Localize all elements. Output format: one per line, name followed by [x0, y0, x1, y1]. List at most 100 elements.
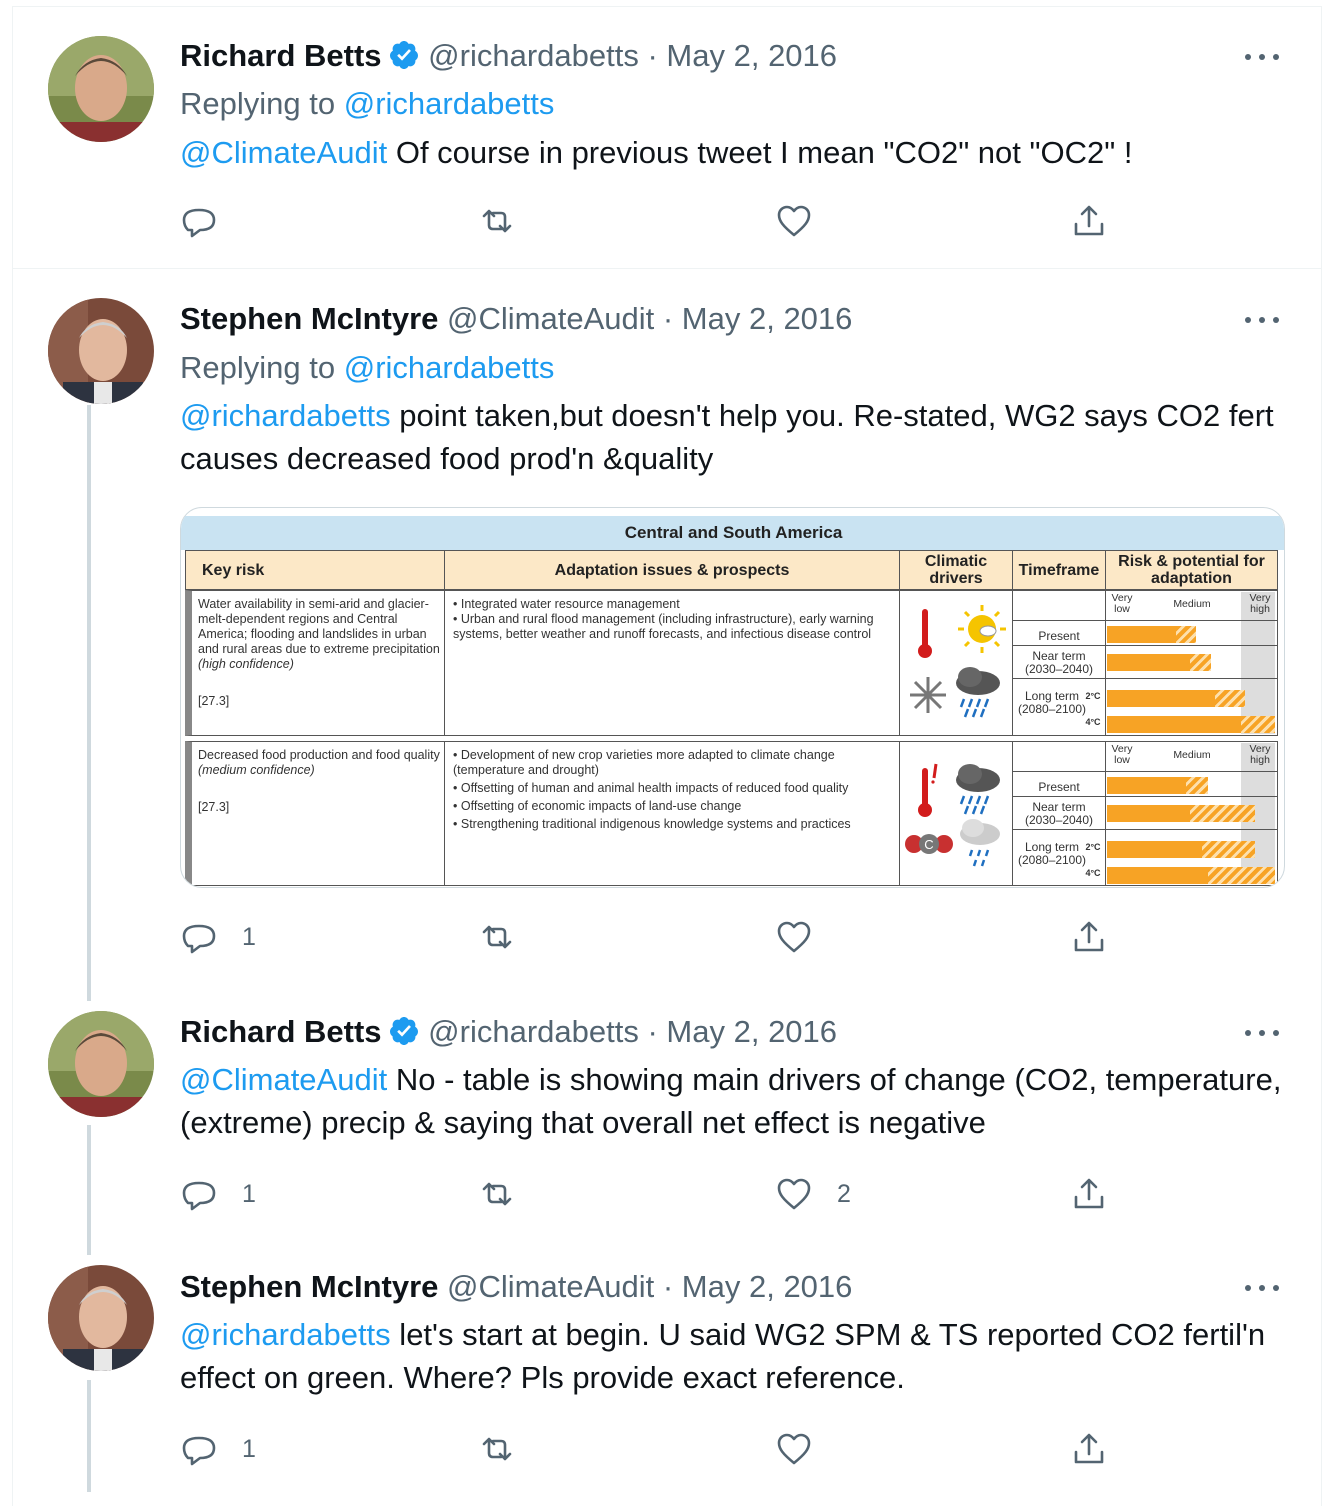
- reply-count: 1: [242, 922, 256, 951]
- row-rule: [1013, 678, 1277, 679]
- reply-icon: [182, 924, 216, 954]
- tweet-date[interactable]: May 2, 2016: [666, 1014, 837, 1049]
- risk-bar-long4: [1107, 867, 1275, 884]
- author-name[interactable]: Richard Betts: [180, 1014, 382, 1049]
- tweet-text: @ClimateAudit No - table is showing main…: [180, 1058, 1295, 1144]
- verified-badge-icon: [389, 41, 418, 69]
- author-handle[interactable]: @richardabetts: [428, 1014, 639, 1049]
- separator-dot: ·: [654, 1269, 682, 1304]
- tweet-date[interactable]: May 2, 2016: [666, 38, 837, 73]
- author-name[interactable]: Stephen McIntyre: [180, 301, 438, 336]
- tweet-text: @richardabetts point taken,but doesn't h…: [180, 394, 1295, 480]
- retweet-button[interactable]: [478, 915, 540, 959]
- avatar[interactable]: [48, 1265, 154, 1371]
- avatar[interactable]: [48, 1011, 154, 1117]
- replying-label: Replying to: [180, 350, 336, 385]
- scale-very-high: Very high: [1249, 592, 1271, 615]
- mention-link[interactable]: @ClimateAudit: [180, 1062, 387, 1097]
- author-name[interactable]: Richard Betts: [180, 38, 382, 73]
- tweet-actions: 12: [180, 1172, 1120, 1216]
- like-button[interactable]: [775, 1427, 837, 1471]
- row-rule: [1013, 829, 1277, 830]
- tweet-date[interactable]: May 2, 2016: [682, 1269, 853, 1304]
- timeframe-4c: 4°C: [1085, 717, 1101, 727]
- like-count: 2: [837, 1179, 851, 1208]
- tweet-media-image[interactable]: Central and South America Key risk Adapt…: [180, 507, 1285, 888]
- like-button[interactable]: 2: [775, 1172, 851, 1216]
- timeframe-2c: 2°C: [1085, 842, 1101, 852]
- adaptation-item: • Integrated water resource management: [453, 597, 680, 611]
- separator-dot: ·: [638, 1014, 667, 1049]
- reply-icon: [182, 1436, 216, 1466]
- share-button[interactable]: [1070, 915, 1108, 959]
- avatar[interactable]: [48, 298, 154, 404]
- more-options-icon[interactable]: [1242, 299, 1282, 339]
- share-button[interactable]: [1070, 1427, 1108, 1471]
- scale-medium: Medium: [1173, 749, 1211, 761]
- like-icon: [777, 205, 811, 237]
- reply-button[interactable]: 1: [180, 1427, 256, 1471]
- replying-to-link[interactable]: @richardabetts: [344, 350, 555, 385]
- reply-button[interactable]: [180, 199, 242, 243]
- retweet-icon: [482, 209, 512, 233]
- author-name[interactable]: Stephen McIntyre: [180, 1269, 438, 1304]
- tweet[interactable]: Stephen McIntyre @ClimateAudit · May 2, …: [12, 1255, 1322, 1492]
- risk-uncertainty-hatch: [1190, 654, 1211, 671]
- risk-uncertainty-hatch: [1176, 626, 1196, 643]
- tweet[interactable]: Richard Betts @richardabetts · May 2, 20…: [12, 1000, 1322, 1255]
- like-button[interactable]: [775, 199, 837, 243]
- retweet-button[interactable]: [478, 199, 540, 243]
- adaptation-item: • Development of new crop varieties more…: [453, 748, 835, 777]
- separator-dot: ·: [654, 301, 682, 336]
- tweet-date[interactable]: May 2, 2016: [682, 301, 853, 336]
- scale-very-low: Very low: [1111, 743, 1133, 766]
- extreme-heat-icon: [918, 763, 938, 817]
- timeframe-long-term: Long term (2080–2100): [1017, 840, 1087, 867]
- key-risk-cell: Decreased food production and food quali…: [185, 741, 445, 886]
- mention-link[interactable]: @richardabetts: [180, 1317, 391, 1352]
- more-options-icon[interactable]: [1242, 1012, 1282, 1052]
- tweet-header: Richard Betts @richardabetts · May 2, 20…: [180, 36, 837, 76]
- share-button[interactable]: [1070, 1172, 1108, 1216]
- reply-button[interactable]: 1: [180, 915, 256, 959]
- author-handle[interactable]: @ClimateAudit: [447, 1269, 654, 1304]
- author-handle[interactable]: @ClimateAudit: [447, 301, 654, 336]
- reply-count: 1: [242, 1434, 256, 1463]
- timeframe-near-term: Near term (2030–2040): [1024, 649, 1094, 676]
- row-rule: [1013, 620, 1277, 621]
- more-options-icon[interactable]: [1242, 1267, 1282, 1307]
- scale-very-low: Very low: [1111, 592, 1133, 615]
- replying-to-link[interactable]: @richardabetts: [344, 86, 555, 121]
- tweet-header: Stephen McIntyre @ClimateAudit · May 2, …: [180, 299, 852, 339]
- header-risk-potential: Risk & potential for adaptation: [1105, 550, 1278, 590]
- avatar[interactable]: [48, 36, 154, 142]
- timeframe-near-term: Near term (2030–2040): [1024, 800, 1094, 827]
- reply-button[interactable]: 1: [180, 1172, 256, 1216]
- adaptation-cell: • Integrated water resource management •…: [444, 590, 900, 736]
- like-button[interactable]: [775, 915, 837, 959]
- retweet-button[interactable]: [478, 1427, 540, 1471]
- more-options-icon[interactable]: [1242, 36, 1282, 76]
- tweet-text: @richardabetts let's start at begin. U s…: [180, 1313, 1295, 1399]
- ipcc-risk-table: Central and South America Key risk Adapt…: [181, 508, 1284, 887]
- like-icon: [777, 1433, 811, 1465]
- tweet-text: @ClimateAudit Of course in previous twee…: [180, 131, 1295, 174]
- tweet-actions: 1: [180, 1427, 1120, 1471]
- tweet-actions: [180, 199, 1120, 243]
- tweet[interactable]: Richard Betts @richardabetts · May 2, 20…: [12, 6, 1322, 268]
- timeframe-present: Present: [1038, 629, 1080, 643]
- svg-text:C: C: [924, 837, 933, 852]
- risk-bar-present: [1107, 777, 1208, 794]
- author-handle[interactable]: @richardabetts: [428, 38, 639, 73]
- mention-link[interactable]: @ClimateAudit: [180, 135, 387, 170]
- adaptation-item: • Offsetting of economic impacts of land…: [453, 799, 742, 813]
- mention-link[interactable]: @richardabetts: [180, 398, 391, 433]
- share-button[interactable]: [1070, 199, 1108, 243]
- confidence-text: (high confidence): [198, 657, 294, 671]
- reference-text: [27.3]: [198, 800, 230, 814]
- retweet-icon: [482, 1437, 512, 1461]
- retweet-button[interactable]: [478, 1172, 540, 1216]
- replying-to: Replying to @richardabetts: [180, 84, 554, 124]
- reply-icon: [182, 208, 216, 238]
- replying-label: Replying to: [180, 86, 336, 121]
